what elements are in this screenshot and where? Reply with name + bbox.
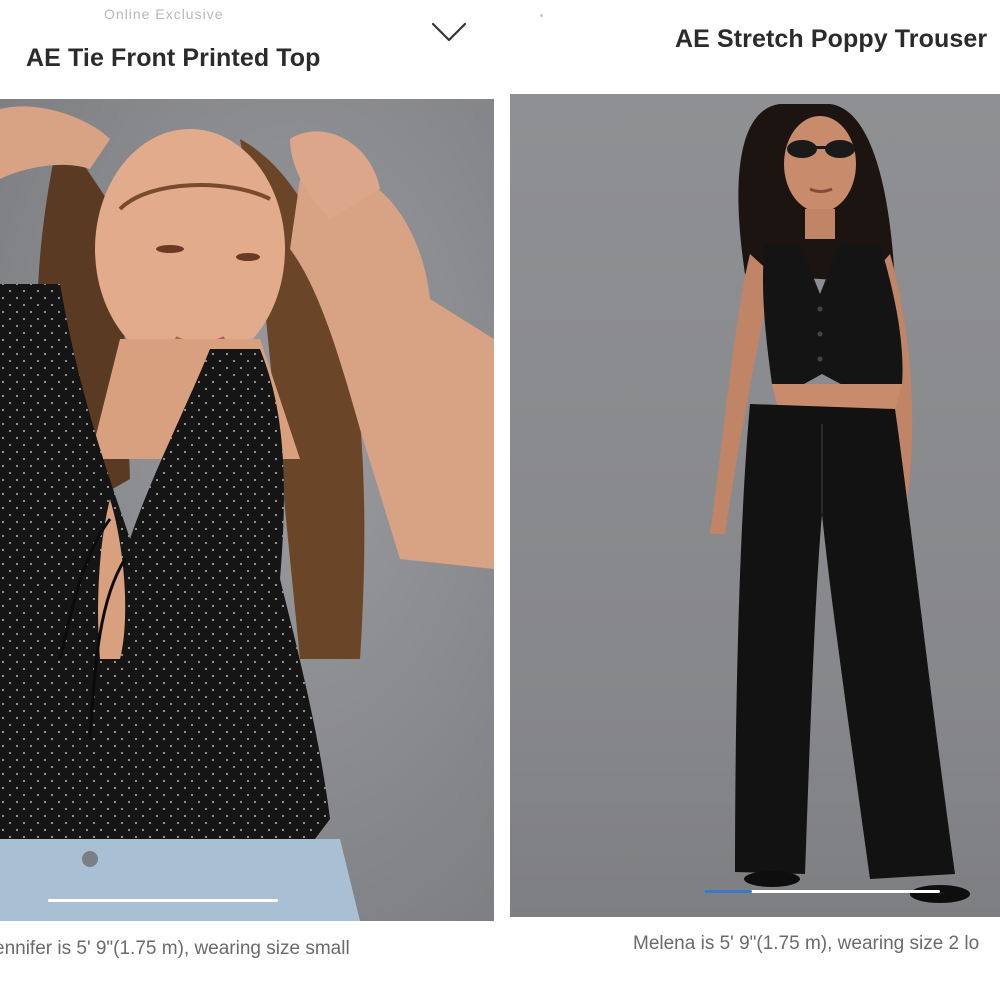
online-exclusive-label: Online Exclusive bbox=[104, 6, 224, 22]
chevron-down-icon[interactable] bbox=[430, 18, 468, 46]
model-photo-left-icon bbox=[0, 99, 494, 921]
image-scroll-track-left[interactable] bbox=[48, 899, 278, 902]
image-scroll-track-right[interactable] bbox=[704, 890, 940, 893]
product-title-left[interactable]: AE Tie Front Printed Top bbox=[26, 44, 321, 73]
model-size-caption-left: ennifer is 5' 9"(1.75 m), wearing size s… bbox=[0, 938, 350, 959]
product-image-right[interactable] bbox=[510, 94, 1000, 917]
divider-dot bbox=[540, 14, 543, 17]
model-size-caption-right: Melena is 5' 9"(1.75 m), wearing size 2 … bbox=[633, 933, 980, 954]
product-image-left[interactable] bbox=[0, 99, 494, 921]
image-scroll-thumb-right[interactable] bbox=[704, 890, 752, 893]
model-photo-right-icon bbox=[510, 94, 1000, 917]
product-title-right[interactable]: AE Stretch Poppy Trouser bbox=[675, 25, 987, 54]
